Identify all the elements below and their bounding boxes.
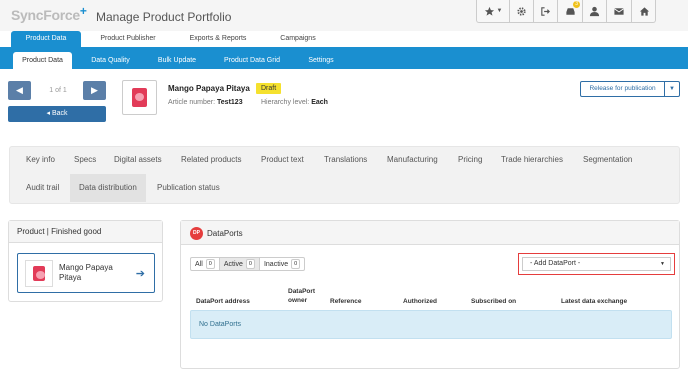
sign-out-button[interactable]	[534, 0, 558, 22]
subtab-data-quality[interactable]: Data Quality	[83, 52, 138, 69]
dataports-panel: DP DataPorts All 0 Active 0 Inactive 0 - Ad…	[180, 220, 680, 369]
filter-active[interactable]: Active 0	[219, 258, 260, 270]
product-card-thumbnail	[25, 260, 53, 287]
dataports-title: DataPorts	[207, 229, 243, 238]
tab-trade-hierarchies[interactable]: Trade hierarchies	[501, 155, 563, 164]
column-authorized: Authorized	[403, 298, 437, 305]
product-card[interactable]: Mango Papaya Pitaya ➔	[17, 253, 155, 293]
tab-exports-reports[interactable]: Exports & Reports	[176, 31, 260, 47]
top-icon-toolbar: ▼ 3	[476, 0, 656, 23]
gear-icon	[517, 6, 526, 16]
product-package-image	[132, 88, 147, 107]
arrow-right-icon[interactable]: ➔	[136, 267, 145, 280]
product-package-image	[33, 266, 45, 281]
tab-translations[interactable]: Translations	[324, 155, 367, 164]
status-badge: Draft	[256, 83, 282, 94]
add-dataport-select[interactable]: - Add DataPort - ▼	[522, 257, 671, 271]
column-dataport-address: DataPort address	[196, 298, 250, 305]
column-reference: Reference	[330, 298, 362, 305]
hierarchy-level: Hierarchy level: Each	[261, 99, 328, 106]
filter-inactive[interactable]: Inactive 0	[260, 258, 304, 270]
count-badge: 0	[245, 259, 255, 269]
inbox-button[interactable]: 3	[558, 0, 583, 22]
primary-nav: Product Data Product Publisher Exports &…	[0, 31, 688, 47]
tab-digital-assets[interactable]: Digital assets	[114, 155, 162, 164]
envelope-icon	[614, 7, 624, 15]
product-card-name: Mango Papaya Pitaya	[59, 263, 113, 282]
subtab-bulk-update[interactable]: Bulk Update	[148, 52, 206, 69]
chevron-down-icon: ▼	[496, 8, 503, 14]
chevron-left-icon: ◂	[46, 110, 50, 117]
app-title: Manage Product Portfolio	[96, 10, 232, 24]
tab-campaigns[interactable]: Campaigns	[270, 31, 326, 47]
messages-button[interactable]	[607, 0, 632, 22]
tab-product-data[interactable]: Product Data	[11, 31, 81, 47]
sign-out-icon	[541, 6, 550, 16]
favorites-button[interactable]: ▼	[477, 0, 510, 22]
user-icon	[589, 6, 600, 16]
count-badge: 0	[291, 259, 301, 269]
dataports-header: DP DataPorts	[181, 221, 679, 245]
tab-key-info[interactable]: Key info	[26, 155, 55, 164]
tab-pricing[interactable]: Pricing	[458, 155, 482, 164]
back-button[interactable]: ◂ Back	[8, 106, 106, 122]
tab-product-text[interactable]: Product text	[261, 155, 304, 164]
product-panel: Product | Finished good Mango Papaya Pit…	[8, 220, 163, 302]
empty-state-row: No DataPorts	[190, 310, 672, 339]
top-bar: SyncForce+ Manage Product Portfolio ▼ 3	[0, 0, 688, 31]
column-dataport-owner: DataPort owner	[288, 288, 316, 304]
pager-text: 1 of 1	[49, 87, 67, 94]
subtab-settings[interactable]: Settings	[298, 52, 344, 69]
home-button[interactable]	[632, 0, 657, 22]
column-subscribed-on: Subscribed on	[471, 298, 517, 305]
product-panel-header: Product | Finished good	[9, 221, 162, 243]
home-icon	[639, 6, 650, 16]
chevron-down-icon: ▼	[660, 261, 665, 267]
user-button[interactable]	[583, 0, 607, 22]
dataport-logo-icon: DP	[190, 227, 203, 240]
dataport-filter-group: All 0 Active 0 Inactive 0	[190, 257, 306, 271]
tab-audit-trail[interactable]: Audit trail	[26, 183, 59, 192]
tab-segmentation[interactable]: Segmentation	[583, 155, 632, 164]
filter-all[interactable]: All 0	[191, 258, 220, 270]
article-number: Article number: Test123	[168, 99, 243, 106]
tab-manufacturing[interactable]: Manufacturing	[387, 155, 438, 164]
section-tabs: Key info Specs Digital assets Related pr…	[9, 146, 680, 204]
chevron-left-icon: ◀	[16, 85, 23, 95]
tab-related-products[interactable]: Related products	[181, 155, 241, 164]
tab-publication-status[interactable]: Publication status	[157, 183, 220, 192]
count-badge: 0	[205, 259, 215, 269]
secondary-nav: Product Data Data Quality Bulk Update Pr…	[0, 47, 688, 69]
star-icon	[484, 6, 494, 16]
product-name: Mango Papaya Pitaya	[168, 84, 250, 93]
column-latest-data-exchange: Latest data exchange	[561, 298, 628, 305]
chevron-right-icon: ▶	[91, 85, 98, 95]
subtab-product-data-grid[interactable]: Product Data Grid	[216, 52, 288, 69]
product-thumbnail[interactable]	[122, 80, 157, 115]
subtab-product-data[interactable]: Product Data	[13, 52, 72, 69]
chevron-down-icon[interactable]: ▼	[665, 82, 679, 96]
tab-product-publisher[interactable]: Product Publisher	[90, 31, 166, 47]
tab-specs[interactable]: Specs	[74, 155, 96, 164]
add-dataport-highlight: - Add DataPort - ▼	[518, 253, 675, 275]
release-for-publication-button[interactable]: Release for publication ▼	[580, 81, 680, 97]
settings-button[interactable]	[510, 0, 534, 22]
notification-badge: 3	[573, 1, 580, 8]
tab-data-distribution[interactable]: Data distribution	[70, 174, 146, 202]
syncforce-logo[interactable]: SyncForce+	[11, 4, 87, 23]
previous-button[interactable]: ◀	[8, 81, 31, 100]
next-button[interactable]: ▶	[83, 81, 106, 100]
